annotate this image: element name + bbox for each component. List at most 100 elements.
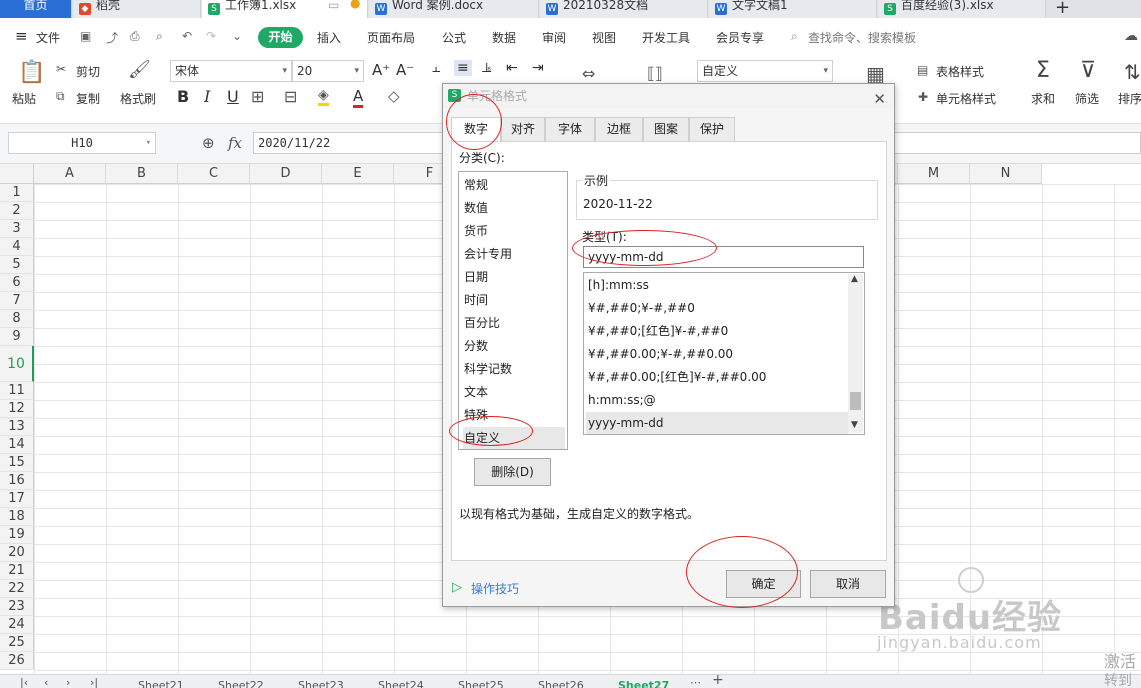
last-sheet-icon[interactable]: ›| [90,676,98,688]
category-item[interactable]: 特殊 [463,404,565,426]
category-list[interactable]: 常规 数值 货币 会计专用 日期 时间 百分比 分数 科学记数 文本 特殊 自定义 [458,171,568,450]
column-header[interactable]: N [970,164,1042,184]
next-sheet-icon[interactable]: › [66,676,70,688]
category-item[interactable]: 常规 [463,174,565,196]
format-item[interactable]: [h]:mm:ss [586,274,848,297]
row-header[interactable]: 23 [0,598,34,616]
type-input[interactable]: yyyy-mm-dd [583,246,864,268]
sheet-tab[interactable]: Sheet27 [618,679,669,688]
row-header[interactable]: 4 [0,238,34,256]
name-box[interactable]: H10 ▾ [8,132,156,154]
category-item[interactable]: 时间 [463,289,565,311]
sheet-tab[interactable]: Sheet23 [298,679,344,688]
sheet-tab[interactable]: Sheet26 [538,679,584,688]
tips-link[interactable]: 操作技巧 [471,580,519,597]
zoom-icon[interactable]: ⊕ [202,134,215,152]
sheet-tab[interactable]: Sheet25 [458,679,504,688]
format-item[interactable]: ¥#,##0.00;[红色]¥-#,##0.00 [586,366,848,389]
share-icon[interactable]: ⤴ [106,29,118,46]
ok-button[interactable]: 确定 [726,570,801,598]
category-item[interactable]: 会计专用 [463,243,565,265]
row-header[interactable]: 5 [0,256,34,274]
bold-icon[interactable]: B [177,87,189,106]
category-item[interactable]: 货币 [463,220,565,242]
row-header[interactable]: 1 [0,184,34,202]
menu-start[interactable]: 开始 [258,27,303,48]
command-search[interactable]: 查找命令、搜索模板 [808,29,916,46]
sum-button[interactable]: 求和 [1031,90,1055,107]
row-header[interactable]: 21 [0,562,34,580]
tab-font[interactable]: 字体 [545,117,595,141]
merge-icon[interactable]: ⊟ [284,87,297,106]
paste-button[interactable]: 粘贴 [12,90,36,107]
tab-alignment[interactable]: 对齐 [501,117,545,141]
row-header[interactable]: 20 [0,544,34,562]
fx-icon[interactable]: fx [228,134,242,152]
column-header[interactable]: C [178,164,250,184]
sheet-tab[interactable]: Sheet21 [138,679,184,688]
center-across-icon[interactable]: ⟦⟧ [647,64,663,83]
tab-protection[interactable]: 保护 [689,117,735,141]
row-header[interactable]: 8 [0,310,34,328]
scroll-down-icon[interactable]: ▼ [851,420,858,430]
eraser-icon[interactable]: ◇ [388,87,400,105]
italic-icon[interactable]: I [204,87,210,106]
row-header[interactable]: 12 [0,400,34,418]
increase-font-icon[interactable]: A⁺ [372,61,390,79]
add-sheet-icon[interactable]: + [712,675,724,688]
border-icon[interactable]: ⊞ [251,87,264,106]
format-item[interactable]: ¥#,##0;[红色]¥-#,##0 [586,320,848,343]
preview-icon[interactable]: ⌕ [156,29,163,44]
sheet-tab[interactable]: Sheet22 [218,679,264,688]
filter-button[interactable]: 筛选 [1075,90,1099,107]
row-header[interactable]: 24 [0,616,34,634]
tab-home[interactable]: 首页 [0,0,72,18]
align-bottom-icon[interactable]: ⫡ [482,60,491,76]
category-item[interactable]: 百分比 [463,312,565,334]
redo-icon[interactable]: ↷ [206,29,216,43]
hamburger-icon[interactable]: ≡ [15,27,28,45]
row-header[interactable]: 7 [0,292,34,310]
row-header[interactable]: 14 [0,436,34,454]
underline-icon[interactable]: U [227,87,239,106]
menu-review[interactable]: 审阅 [542,29,566,46]
tab-number[interactable]: 数字 [451,117,501,142]
row-header[interactable]: 26 [0,652,34,670]
undo-icon[interactable]: ↶ [182,29,192,43]
row-header[interactable]: 25 [0,634,34,652]
category-item[interactable]: 数值 [463,197,565,219]
number-format-select[interactable]: 自定义 ▾ [697,60,833,82]
tab-text-doc1[interactable]: W 文字文稿1 [709,0,877,18]
format-item[interactable]: ¥#,##0;¥-#,##0 [586,297,848,320]
tab-workbook1[interactable]: S 工作簿1.xlsx ▭ ● [202,0,368,18]
sort-button[interactable]: 排序 [1118,90,1141,107]
font-name-select[interactable]: 宋体 ▾ [170,60,292,82]
column-header[interactable]: M [898,164,970,184]
delete-button[interactable]: 删除(D) [474,458,551,486]
column-header[interactable]: D [250,164,322,184]
indent-right-icon[interactable]: ⇥ [532,60,544,76]
cut-button[interactable]: 剪切 [76,63,100,80]
copy-button[interactable]: 复制 [76,90,100,107]
row-header[interactable]: 18 [0,508,34,526]
row-header[interactable]: 3 [0,220,34,238]
pin-icon[interactable]: ▭ [328,0,339,11]
category-item[interactable]: 文本 [463,381,565,403]
menu-insert[interactable]: 插入 [317,29,341,46]
print-icon[interactable]: ⎙ [130,29,140,44]
row-header[interactable]: 16 [0,472,34,490]
save-icon[interactable]: ▣ [80,29,91,43]
format-item[interactable]: yyyy-mm-dd [586,412,848,434]
category-item[interactable]: 自定义 [463,427,565,449]
row-header[interactable]: 9 [0,328,34,346]
category-item[interactable]: 日期 [463,266,565,288]
align-middle-icon[interactable]: ≡ [454,60,472,76]
prev-sheet-icon[interactable]: ‹ [44,676,48,688]
row-header[interactable]: 2 [0,202,34,220]
format-list[interactable]: yyyy-mm-dd h:mm:ss;@ ¥#,##0.00;[红色]¥-#,##0… [583,272,865,435]
decrease-font-icon[interactable]: A⁻ [396,61,414,79]
row-header[interactable]: 22 [0,580,34,598]
wrap-icon[interactable]: ⇔ [582,64,595,83]
row-header[interactable]: 11 [0,382,34,400]
more-sheets-icon[interactable]: ⋯ [690,676,701,688]
